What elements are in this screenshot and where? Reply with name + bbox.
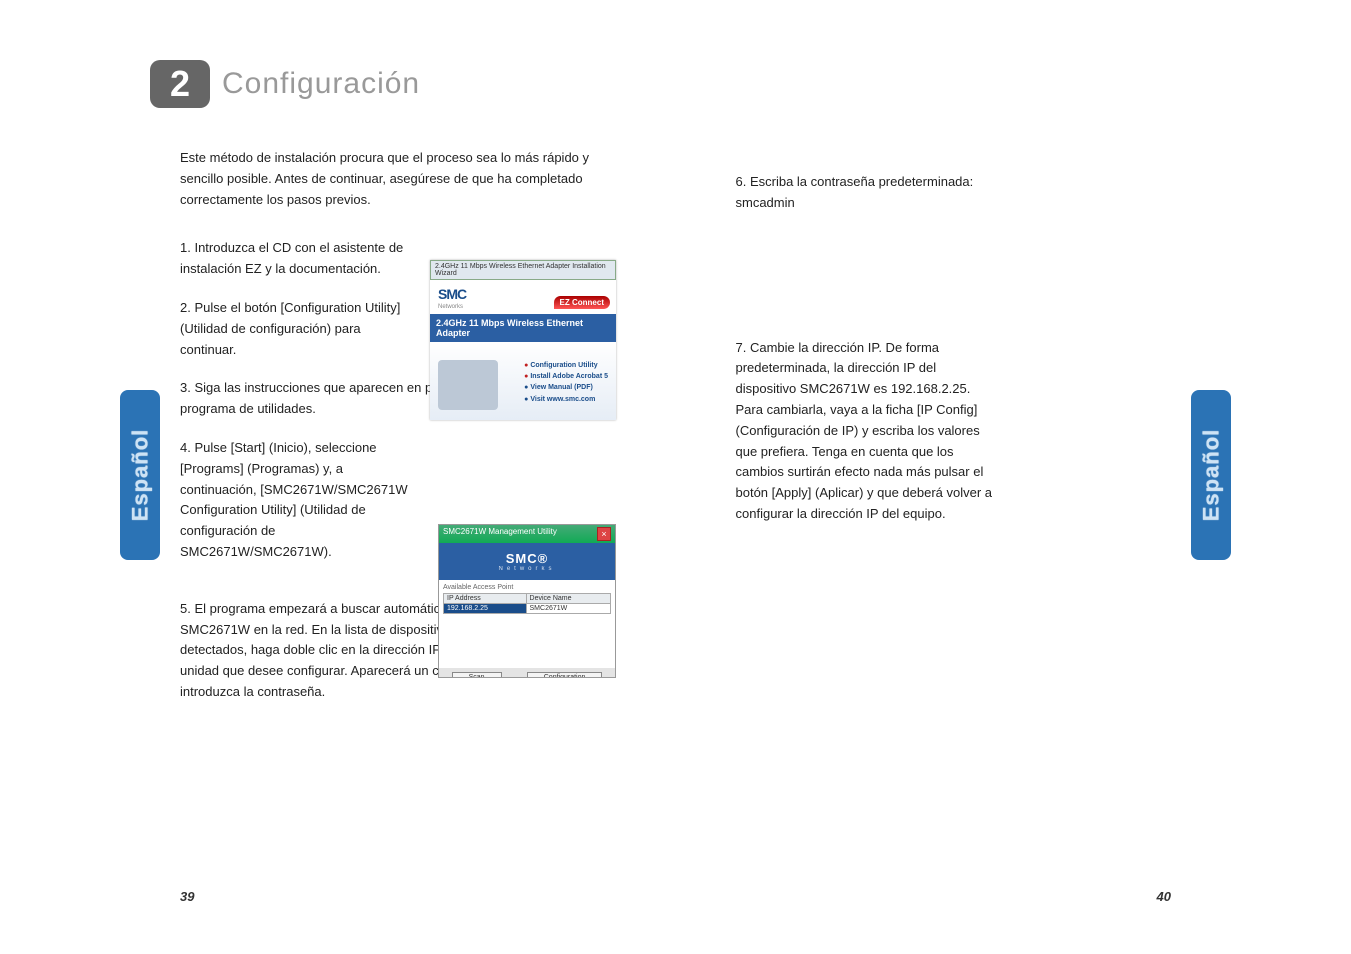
close-icon[interactable]: ×: [597, 527, 611, 541]
side-tab-espanol-left: Español: [120, 390, 160, 560]
ez-connect-badge: EZ Connect: [554, 296, 610, 309]
mgmt-device-table: IP AddressDevice Name 192.168.2.25SMC267…: [443, 593, 611, 614]
wizard-link-acrobat[interactable]: Install Adobe Acrobat 5: [524, 371, 608, 382]
screenshot-install-wizard: 2.4GHz 11 Mbps Wireless Ethernet Adapter…: [430, 260, 616, 420]
wizard-device-image: [438, 360, 498, 410]
wizard-titlebar: 2.4GHz 11 Mbps Wireless Ethernet Adapter…: [430, 260, 616, 280]
wizard-link-config-utility[interactable]: Configuration Utility: [524, 360, 608, 371]
chapter-header: 2 Configuración: [150, 60, 616, 108]
wizard-link-manual[interactable]: View Manual (PDF): [524, 382, 608, 393]
mgmt-configuration-button[interactable]: Configuration: [527, 672, 603, 679]
wizard-link-website[interactable]: Visit www.smc.com: [524, 394, 608, 405]
step-6: 6. Escriba la contraseña predeterminada:…: [736, 172, 1172, 214]
mgmt-col-name: Device Name: [526, 594, 610, 604]
page-left: Español 2 Configuración Este método de i…: [0, 0, 676, 954]
mgmt-titlebar: SMC2671W Management Utility ×: [439, 525, 615, 543]
mgmt-scan-button[interactable]: Scan: [452, 672, 502, 679]
mgmt-header-logo: SMC® Networks: [439, 543, 615, 580]
side-tab-espanol-right: Español: [1191, 390, 1231, 560]
page-right: Español 6. Escriba la contraseña predete…: [676, 0, 1351, 954]
chapter-number: 2: [150, 60, 210, 108]
wizard-links: Configuration Utility Install Adobe Acro…: [524, 360, 608, 405]
intro-paragraph: Este método de instalación procura que e…: [180, 148, 600, 210]
chapter-title: Configuración: [222, 67, 420, 101]
step-7: 7. Cambie la dirección IP. De forma pred…: [736, 338, 1172, 525]
page-number-right: 40: [1157, 889, 1171, 904]
screenshot-management-utility: SMC2671W Management Utility × SMC® Netwo…: [438, 524, 616, 678]
mgmt-col-ip: IP Address: [444, 594, 527, 604]
wizard-banner: 2.4GHz 11 Mbps Wireless Ethernet Adapter: [430, 314, 616, 342]
mgmt-section-label: Available Access Point: [443, 584, 611, 591]
page-number-left: 39: [180, 889, 194, 904]
mgmt-device-row[interactable]: 192.168.2.25SMC2671W: [444, 604, 611, 614]
